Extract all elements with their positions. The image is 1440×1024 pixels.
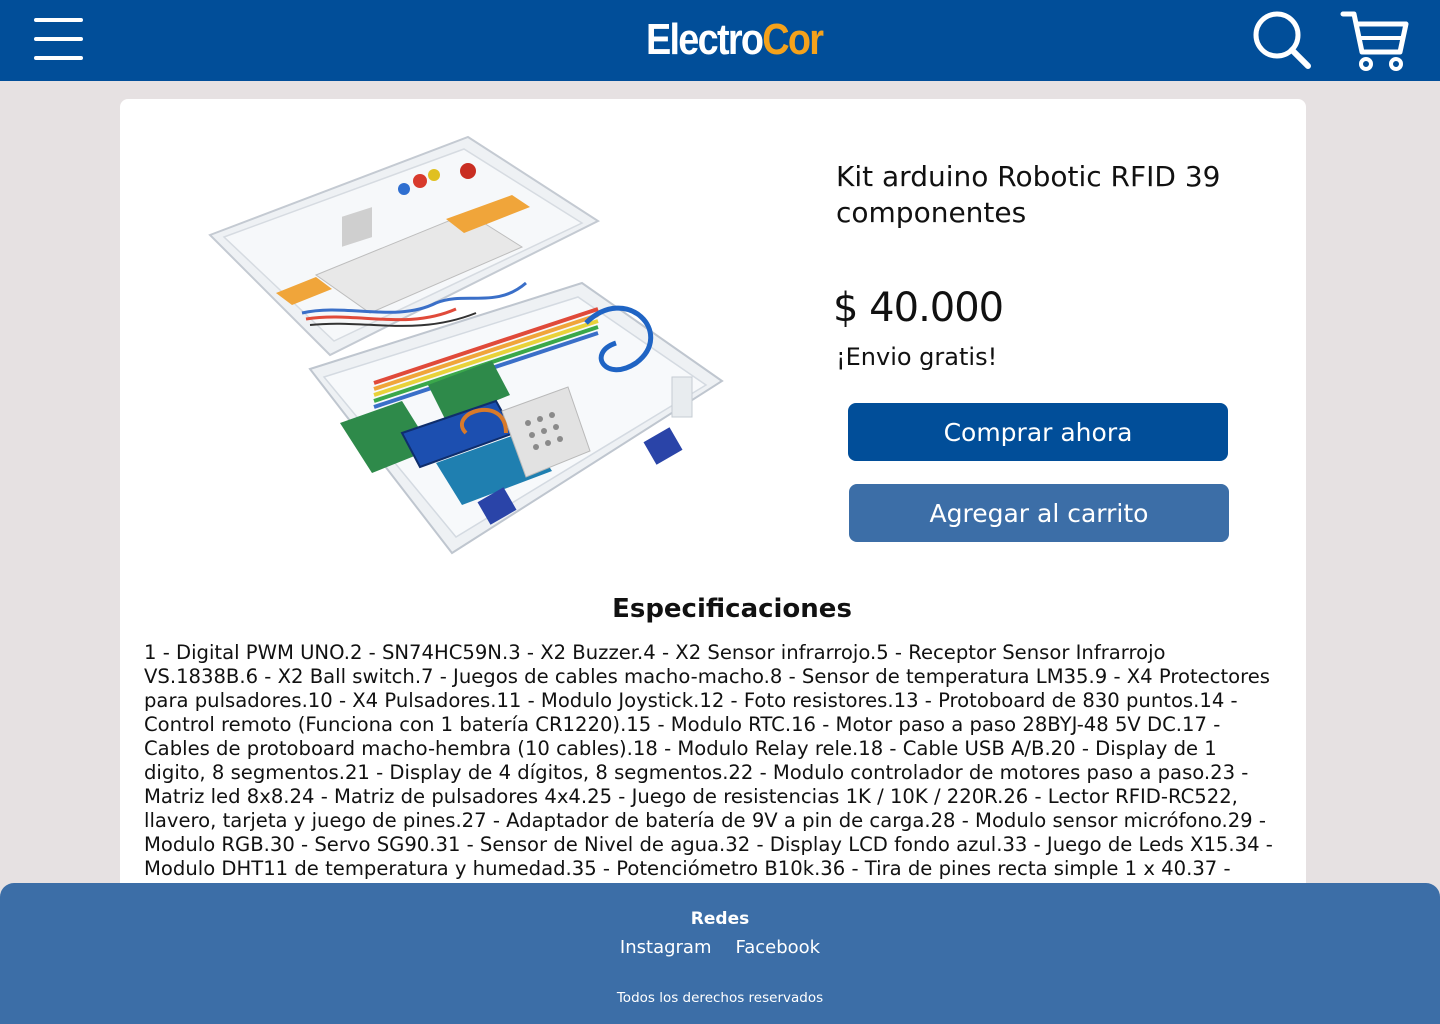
specifications-heading: Especificaciones [612,594,852,624]
footer-social-heading: Redes [690,909,750,929]
search-icon[interactable] [1250,8,1312,70]
copyright-notice: Todos los derechos reservados [616,990,824,1006]
arduino-kit-product-photo [206,133,736,563]
hamburger-menu-icon[interactable] [34,16,84,62]
product-card: Kit arduino Robotic RFID 39 componentes … [120,99,1306,919]
brand-logo-part2: Cor [762,15,824,64]
free-shipping-label: ¡Envio gratis! [836,343,998,371]
specifications-text: 1 - Digital PWM UNO.2 - SN74HC59N.3 - X2… [144,641,1273,904]
instagram-link[interactable]: Instagram [620,936,712,960]
brand-logo[interactable]: ElectroCor [646,14,824,66]
product-title: Kit arduino Robotic RFID 39 componentes [836,160,1221,229]
top-navigation-bar: ElectroCor [0,0,1440,81]
buy-now-button[interactable]: Comprar ahora [848,403,1228,461]
facebook-link[interactable]: Facebook [736,936,821,960]
add-to-cart-button[interactable]: Agregar al carrito [849,484,1229,542]
product-price: $ 40.000 [833,285,1004,331]
footer-social-links: Instagram Facebook [0,936,1440,960]
shopping-cart-icon[interactable] [1340,8,1410,72]
brand-logo-part1: Electro [646,15,764,64]
site-footer: Redes Instagram Facebook Todos los derec… [0,883,1440,1024]
